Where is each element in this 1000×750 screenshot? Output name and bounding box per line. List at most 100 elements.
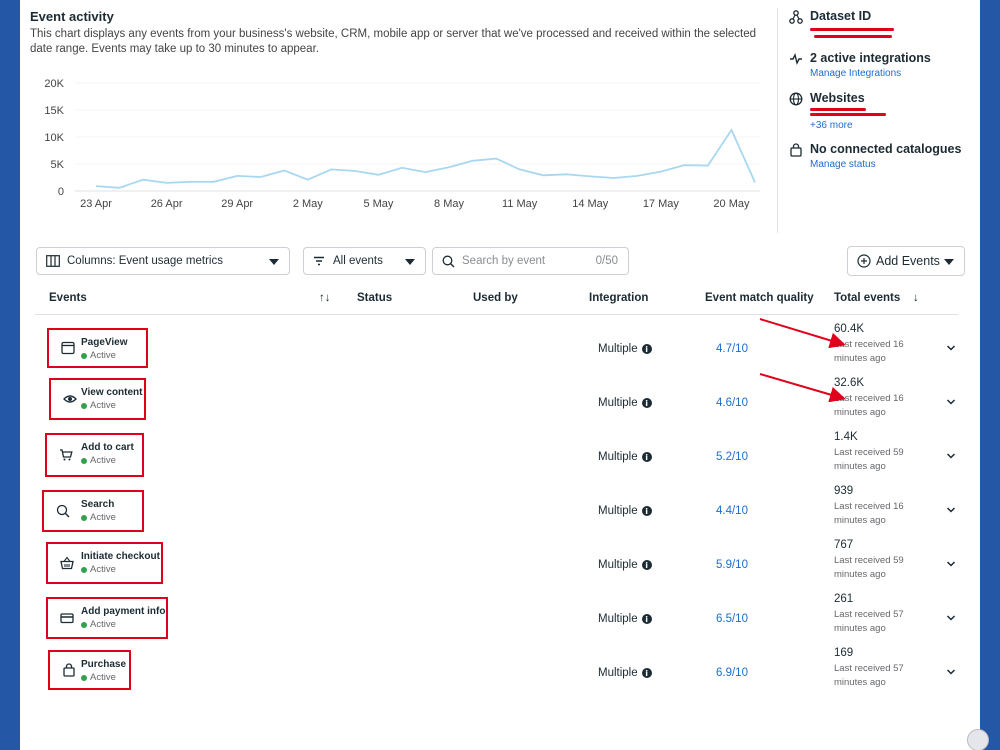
event-match-quality-link[interactable]: 4.7/10	[716, 343, 748, 355]
event-status-label: Active	[90, 455, 116, 466]
event-filter-dropdown[interactable]: All events	[303, 247, 426, 275]
columns-dropdown[interactable]: Columns: Event usage metrics	[36, 247, 290, 275]
integration-cell: Multiple i	[598, 613, 652, 625]
event-match-quality-link[interactable]: 4.6/10	[716, 397, 748, 409]
shopping-bag-icon	[62, 663, 76, 677]
chart-series-line	[95, 128, 756, 189]
help-globe-icon[interactable]	[967, 729, 989, 750]
info-icon[interactable]: i	[641, 506, 652, 516]
event-name[interactable]: View content	[81, 387, 143, 398]
event-status-label: Active	[90, 672, 116, 683]
chart-y-tick-label: 20K	[44, 78, 64, 90]
event-status: Active	[81, 564, 116, 575]
page-title: Event activity	[30, 9, 114, 24]
integration-value: Multiple	[598, 343, 638, 355]
col-header-events: Events	[49, 292, 87, 304]
chevron-down-icon[interactable]	[946, 505, 956, 515]
event-status-label: Active	[90, 619, 116, 630]
event-name[interactable]: Purchase	[81, 659, 126, 670]
event-name[interactable]: Add payment info	[81, 606, 165, 617]
chevron-down-icon[interactable]	[946, 613, 956, 623]
integration-value: Multiple	[598, 505, 638, 517]
info-icon[interactable]: i	[641, 344, 652, 354]
col-header-status: Status	[357, 292, 393, 304]
event-match-quality-link[interactable]: 5.9/10	[716, 559, 748, 571]
col-header-total-events[interactable]: Total events	[834, 292, 900, 304]
event-status: Active	[81, 455, 116, 466]
integration-cell: Multiple i	[598, 559, 652, 571]
event-status: Active	[81, 350, 116, 361]
sort-icon[interactable]: ↑↓	[319, 292, 331, 304]
chart-y-tick-label: 15K	[44, 105, 64, 117]
sort-descending-icon[interactable]: ↓	[913, 292, 919, 304]
integration-cell: Multiple i	[598, 343, 652, 355]
chevron-down-icon[interactable]	[946, 559, 956, 569]
table-row[interactable]: Add to cart Active Multiple i 5.2/10 1.4K Last…	[20, 429, 980, 483]
vertical-divider	[777, 8, 778, 233]
info-icon[interactable]: i	[641, 452, 652, 462]
table-row[interactable]: Add payment info Active Multiple i 6.5/10 261…	[20, 591, 980, 645]
event-name[interactable]: Initiate checkout	[81, 551, 160, 562]
browser-window-icon	[61, 341, 75, 355]
integration-value: Multiple	[598, 667, 638, 679]
event-name[interactable]: Search	[81, 499, 114, 510]
event-match-quality-link[interactable]: 5.2/10	[716, 451, 748, 463]
manage-status-link[interactable]: Manage status	[810, 159, 876, 170]
activity-pulse-icon	[788, 51, 804, 67]
shopping-bag-icon	[788, 142, 804, 158]
event-match-quality-link[interactable]: 6.5/10	[716, 613, 748, 625]
filter-label: All events	[333, 255, 383, 267]
filter-icon	[313, 255, 325, 270]
info-icon[interactable]: i	[641, 398, 652, 408]
info-icon[interactable]: i	[641, 560, 652, 570]
event-search-field[interactable]: Search by event 0/50	[432, 247, 629, 275]
chart-x-tick-label: 26 Apr	[151, 198, 183, 210]
columns-label: Columns: Event usage metrics	[67, 255, 223, 267]
add-events-label: Add Events	[876, 254, 940, 268]
chevron-down-icon	[944, 259, 954, 265]
event-match-quality-link[interactable]: 4.4/10	[716, 505, 748, 517]
event-status: Active	[81, 400, 116, 411]
integration-cell: Multiple i	[598, 505, 652, 517]
manage-integrations-link[interactable]: Manage Integrations	[810, 68, 901, 79]
active-status-dot	[81, 457, 87, 464]
active-status-dot	[81, 674, 87, 681]
integration-value: Multiple	[598, 559, 638, 571]
event-status-label: Active	[90, 400, 116, 411]
event-activity-chart: 20K 15K 10K 5K 0 23 Apr 26 Apr 29 Apr 2 May 5 Ma…	[44, 78, 760, 210]
columns-icon	[46, 255, 60, 270]
eye-icon	[63, 392, 77, 406]
integration-value: Multiple	[598, 613, 638, 625]
table-row[interactable]: Initiate checkout Active Multiple i 5.9/10 76…	[20, 537, 980, 591]
total-events-value: 1.4K	[834, 431, 858, 443]
info-icon[interactable]: i	[641, 614, 652, 624]
event-name[interactable]: Add to cart	[81, 442, 134, 453]
chevron-down-icon[interactable]	[946, 397, 956, 407]
table-row[interactable]: Purchase Active Multiple i 6.9/10 169 Last rec…	[20, 645, 980, 699]
integration-value: Multiple	[598, 451, 638, 463]
websites-title: Websites	[810, 91, 865, 105]
annotation-arrows	[759, 318, 846, 402]
search-icon	[56, 504, 70, 518]
cart-icon	[59, 448, 73, 462]
col-header-integration: Integration	[589, 292, 649, 304]
col-header-used-by: Used by	[473, 292, 518, 304]
last-received-text: Last received 59 minutes ago	[834, 555, 904, 580]
chevron-down-icon[interactable]	[946, 667, 956, 677]
event-activity-panel: Event activity This chart displays any e…	[20, 0, 980, 750]
event-name[interactable]: PageView	[81, 337, 128, 348]
add-events-button[interactable]: Add Events	[847, 246, 965, 276]
chevron-down-icon[interactable]	[946, 343, 956, 353]
total-events-value: 939	[834, 485, 854, 497]
annotation-highlight-box	[48, 650, 131, 690]
info-icon[interactable]: i	[641, 668, 652, 678]
chevron-down-icon[interactable]	[946, 451, 956, 461]
credit-card-icon	[60, 611, 74, 625]
integration-cell: Multiple i	[598, 667, 652, 679]
chart-x-tick-label: 5 May	[363, 198, 393, 210]
event-match-quality-link[interactable]: 6.9/10	[716, 667, 748, 679]
table-row[interactable]: Search Active Multiple i 4.4/10 939 Last recei…	[20, 483, 980, 537]
more-websites-link[interactable]: +36 more	[810, 120, 853, 131]
dataset-nodes-icon	[788, 9, 804, 25]
last-received-text: Last received 57 minutes ago	[834, 609, 904, 634]
